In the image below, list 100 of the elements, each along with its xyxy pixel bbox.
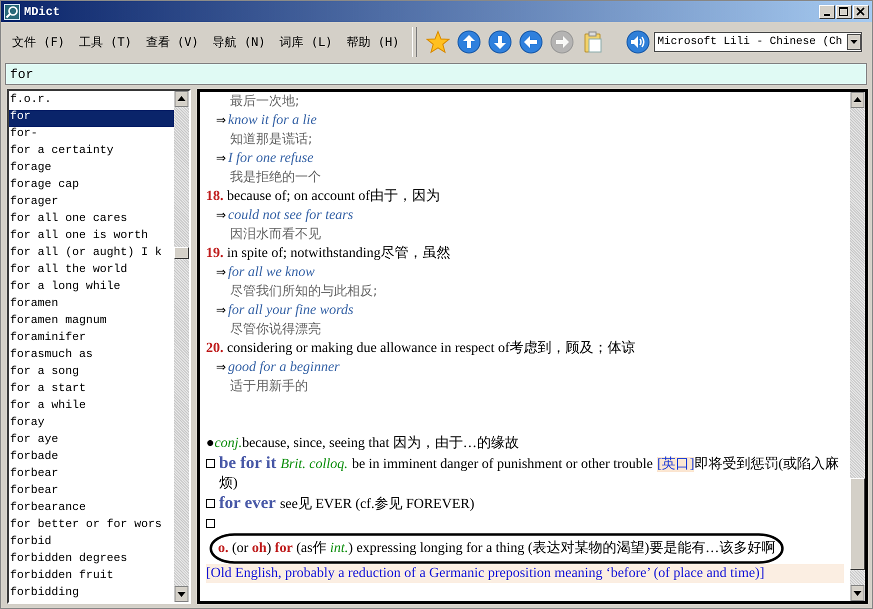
word-list-item[interactable]: for aye [9,433,174,450]
maximize-button[interactable] [836,4,852,18]
translation-text: 适于用新手的 [229,378,309,396]
menu-item[interactable]: 文件 (F) [5,30,72,54]
word-list-item[interactable]: foraminifer [9,331,174,348]
word-list-item[interactable]: foray [9,416,174,433]
scrollbar-thumb[interactable] [174,247,189,259]
word-list-item[interactable]: forbear [9,467,174,484]
magnifier-icon [4,4,20,20]
word-list-item[interactable]: for all one cares [9,212,174,229]
sense-definition: because of; on account of由于，因为 [227,189,440,204]
sense-number: 18. [206,189,224,204]
voice-dropdown[interactable]: Microsoft Lili - Chinese (Ch [654,32,862,52]
scroll-up-icon[interactable] [850,92,865,108]
translation-text: 最后一次地; [229,93,300,111]
menu-item[interactable]: 导航 (N) [206,30,273,54]
word-list-item[interactable]: forasmuch as [9,348,174,365]
example-phrase: for all your fine words [228,303,354,318]
menu-item[interactable]: 工具 (T) [72,30,139,54]
headword-variant: o. [218,541,228,556]
word-list-item[interactable]: for a certainty [9,144,174,161]
down-button[interactable] [487,30,512,54]
checkbox-icon[interactable] [206,499,215,508]
word-list-item[interactable]: for a song [9,365,174,382]
translation-text: 因泪水而看不见 [229,226,322,244]
scrollbar-thumb[interactable] [850,478,865,570]
word-list-item[interactable]: forage [9,161,174,178]
phrase-entry: be for it Brit. colloq. be in imminent danger of punishment or other trouble [英口]即将受到惩罚(或陷入麻烦) [219,453,840,493]
word-list-item[interactable]: forbear [9,484,174,501]
star-button[interactable] [425,30,450,54]
arrow-mark: ⇒ [216,265,226,279]
window-title: MDict [24,4,60,18]
arrow-mark: ⇒ [216,360,226,374]
up-button[interactable] [456,30,482,54]
translation-text: 我是拒绝的一个 [229,169,322,187]
close-button[interactable] [853,4,869,18]
word-list-item[interactable]: for a while [9,399,174,416]
word-list-item[interactable]: forbidden fruit [9,569,174,586]
word-list-item[interactable]: forbade [9,450,174,467]
word-list-item[interactable]: forage cap [9,178,174,195]
arrow-mark: ⇒ [216,303,226,317]
word-list-item[interactable]: forbidden degrees [9,552,174,569]
sense-definition: in spite of; notwithstanding尽管，虽然 [227,246,451,261]
word-list-item[interactable]: for- [9,127,174,144]
scroll-down-icon[interactable] [850,585,865,601]
speaker-button[interactable] [625,30,650,54]
maximize-icon [839,6,849,16]
headword-variant: oh [252,541,267,556]
search-field[interactable]: for [5,63,867,85]
scroll-down-icon[interactable] [174,586,189,602]
example-phrase: know it for a lie [228,113,317,128]
word-list-item[interactable]: for all one is worth [9,229,174,246]
translation-text: 尽管我们所知的与此相反; [229,283,378,301]
sense-number: 20. [206,341,224,356]
translation-text: 尽管你说得漂亮 [229,321,322,339]
part-of-speech: int. [330,541,348,556]
checkbox-icon[interactable] [206,519,215,528]
word-list-item[interactable]: for a long while [9,280,174,297]
bullet-mark: ● [206,436,214,451]
definition-text: ) [266,541,272,556]
definition-text: because, since, seeing that 因为，由于…的缘故 [242,436,519,451]
definition-text: (as作 [295,541,328,556]
word-list-item[interactable]: forager [9,195,174,212]
word-list-item[interactable]: for all (or aught) I k [9,246,174,263]
word-list-item[interactable]: for a start [9,382,174,399]
example-phrase: good for a beginner [228,360,340,375]
word-list-item[interactable]: foramen [9,297,174,314]
word-list-item[interactable]: forbearance [9,501,174,518]
word-list-item[interactable]: for all the world [9,263,174,280]
part-of-speech: conj. [214,436,242,451]
arrow-mark: ⇒ [216,113,226,127]
translation-text: 知道那是谎话; [229,131,314,149]
arrow-mark: ⇒ [216,208,226,222]
scroll-up-icon[interactable] [174,91,189,107]
word-list-item[interactable]: forbid [9,535,174,552]
minimize-icon [824,14,830,16]
word-list-item[interactable]: foramen magnum [9,314,174,331]
sense-definition: considering or making due allowance in respect of考虑到，顾及；体谅 [227,341,636,356]
example-phrase: could not see for tears [228,208,354,223]
word-list-item[interactable]: for better or for wors [9,518,174,535]
definition-text: ) expressing longing for a thing (表达对某物的渴望)要是能有…该多好啊 [348,541,776,556]
example-phrase: for all we know [228,265,315,280]
menu-item[interactable]: 帮助 (H) [340,30,406,54]
word-list-item[interactable]: forbidding [9,586,174,602]
sense-number: 19. [206,246,224,261]
word-list-item[interactable]: for [9,110,174,127]
close-icon [856,6,866,16]
dropdown-caret-icon [847,34,862,50]
definition-text: (or [231,541,250,556]
arrow-mark: ⇒ [216,151,226,165]
checkbox-icon[interactable] [206,459,215,468]
minimize-button[interactable] [819,4,835,18]
etymology-note: [Old English, probably a reduction of a Germanic preposition meaning ‘before’ (of place and time)] [206,564,844,583]
menu-item[interactable]: 词库 (L) [272,30,340,54]
example-phrase: I for one refuse [228,151,314,166]
menu-item[interactable]: 查看 (V) [138,30,206,54]
left-button[interactable] [518,30,544,54]
word-list-item[interactable]: f.o.r. [9,93,174,110]
phrase-entry: for ever see见 EVER (cf.参见 FOREVER) [219,493,476,514]
headword-variant: for [274,541,293,556]
